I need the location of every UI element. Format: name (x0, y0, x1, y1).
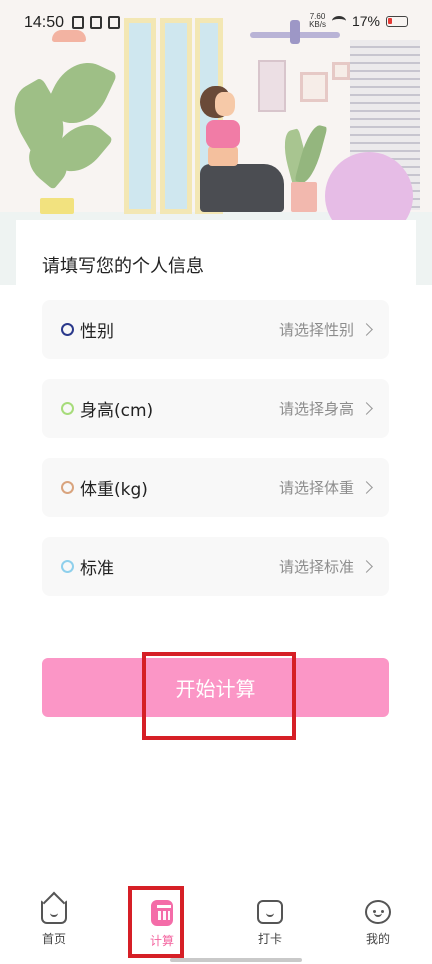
checkin-icon (257, 900, 283, 924)
notification-icons (72, 16, 120, 29)
dot-icon (61, 402, 74, 415)
app-icon (108, 16, 120, 29)
field-placeholder: 请选择标准 (278, 558, 354, 576)
chevron-right-icon (360, 560, 373, 573)
shelf (258, 60, 286, 112)
sync-icon (90, 16, 102, 29)
bottom-nav: 首页 计算 打卡 我的 (0, 884, 432, 964)
plant-pot (40, 198, 74, 214)
start-calculate-button[interactable]: 开始计算 (42, 658, 389, 717)
woman-face (215, 92, 235, 116)
nav-label: 我的 (365, 932, 390, 946)
notification-icon (72, 16, 84, 29)
status-time: 14:50 (24, 14, 65, 31)
status-right: 7.60 KB/s 17% (309, 13, 408, 29)
height-field[interactable]: 身高(cm) 请选择身高 (42, 379, 389, 438)
woman-torso (208, 146, 238, 166)
status-bar: 14:50 7.60 KB/s 17% (0, 0, 432, 48)
nav-item-home[interactable]: 首页 (24, 891, 84, 947)
field-label: 身高(cm) (80, 401, 154, 421)
wall-frame (300, 72, 328, 102)
profile-icon (365, 900, 391, 924)
nav-label: 首页 (41, 932, 66, 946)
weight-field[interactable]: 体重(kg) 请选择体重 (42, 458, 389, 517)
battery-percent: 17% (351, 13, 380, 29)
chevron-right-icon (360, 323, 373, 336)
gender-field[interactable]: 性别 请选择性别 (42, 300, 389, 359)
plant-pot (291, 182, 317, 212)
chevron-right-icon (360, 402, 373, 415)
chevron-right-icon (360, 481, 373, 494)
dot-icon (61, 481, 74, 494)
nav-item-checkin[interactable]: 打卡 (240, 900, 300, 947)
field-label: 性别 (80, 322, 114, 342)
field-placeholder: 请选择体重 (278, 479, 354, 497)
field-label: 体重(kg) (80, 480, 148, 500)
nav-item-profile[interactable]: 我的 (348, 900, 408, 947)
home-icon (41, 891, 67, 924)
nav-label: 打卡 (257, 932, 282, 946)
calculator-icon (151, 900, 173, 926)
dot-icon (61, 560, 74, 573)
field-label: 标准 (80, 559, 114, 579)
network-speed: 7.60 KB/s (309, 12, 326, 29)
standard-field[interactable]: 标准 请选择标准 (42, 537, 389, 596)
form-title: 请填写您的个人信息 (42, 256, 204, 277)
nav-item-calculate[interactable]: 计算 (132, 900, 192, 949)
wifi-icon (331, 16, 346, 26)
field-placeholder: 请选择身高 (278, 400, 354, 418)
wall-frame (332, 62, 350, 80)
woman-legs (200, 164, 284, 212)
battery-icon (386, 15, 408, 27)
field-placeholder: 请选择性别 (278, 321, 354, 339)
woman-sports-top (206, 120, 240, 148)
dot-icon (61, 323, 74, 336)
home-indicator (170, 958, 302, 962)
nav-label: 计算 (149, 934, 174, 948)
